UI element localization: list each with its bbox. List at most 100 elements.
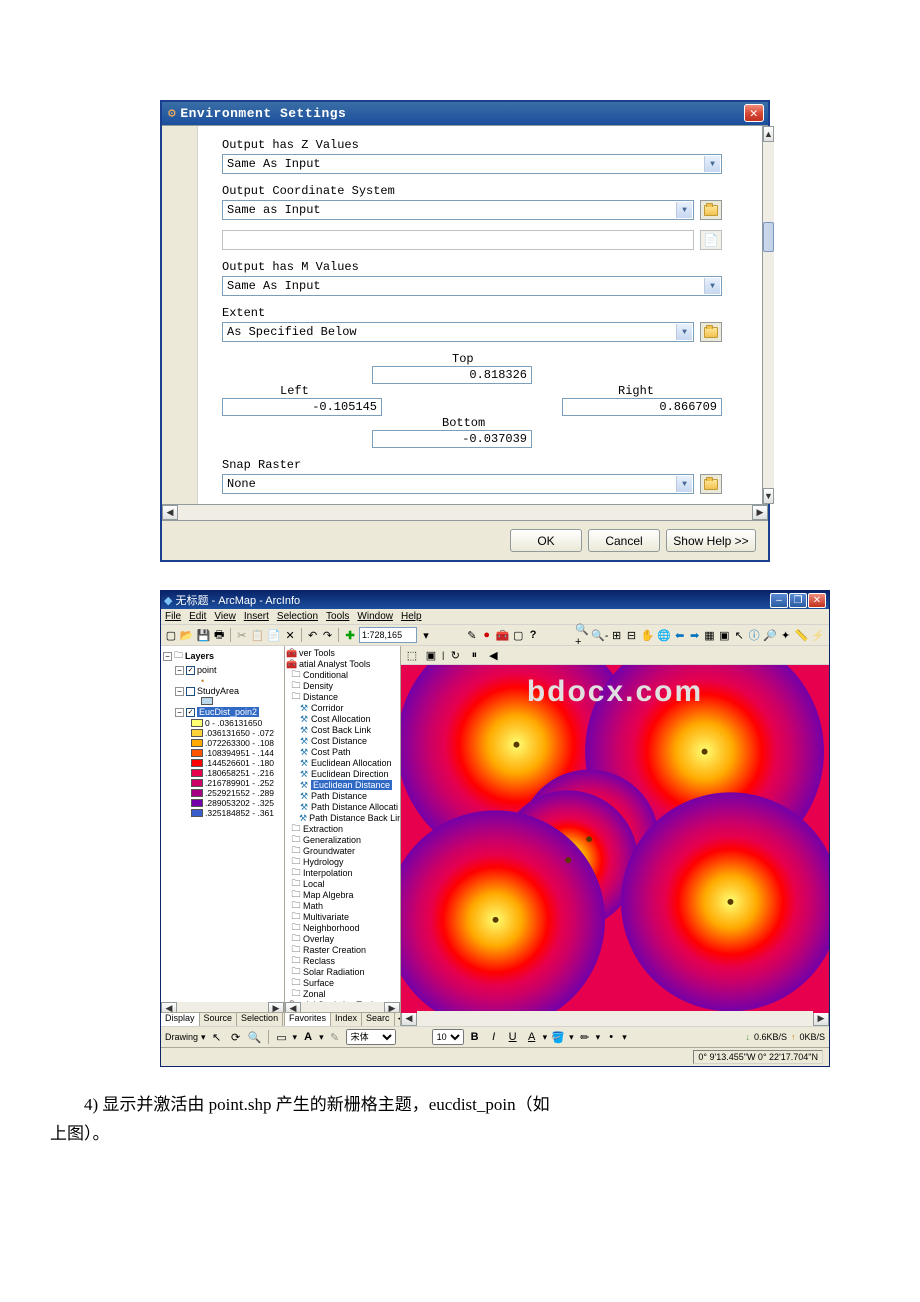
tool-item[interactable]: 🗀Density — [287, 681, 398, 692]
scroll-right-icon[interactable]: ▶ — [752, 505, 768, 520]
extent-right-input[interactable]: 0.866709 — [562, 398, 722, 416]
layer-studyarea[interactable]: StudyArea — [197, 686, 239, 696]
toc-tabs[interactable]: DisplaySourceSelection — [161, 1012, 284, 1026]
select-blank[interactable] — [222, 230, 694, 250]
show-help-button[interactable]: Show Help >> — [666, 529, 756, 552]
layers-root[interactable]: Layers — [185, 651, 214, 661]
scroll-down-icon[interactable]: ▼ — [763, 488, 774, 504]
select-elements-icon[interactable]: ↖ — [209, 1029, 225, 1045]
tool-item[interactable]: 🗀Local — [287, 879, 398, 890]
menu-tools[interactable]: Tools — [326, 611, 349, 622]
scale-input[interactable] — [359, 627, 417, 643]
tool-item[interactable]: 🧰atial Analyst Tools — [287, 659, 398, 670]
identify-icon[interactable]: ⓘ — [748, 627, 760, 643]
minimize-button[interactable]: – — [770, 593, 788, 608]
toolbox-tabs[interactable]: FavoritesIndexSearc◀ ▶ — [285, 1012, 400, 1026]
find-icon[interactable]: 🔎 — [763, 627, 777, 643]
tool-item[interactable]: 🗀Surface — [287, 978, 398, 989]
save-icon[interactable]: 💾 — [197, 627, 211, 643]
select-coord-sys[interactable]: Same as Input ▼ — [222, 200, 694, 220]
map-hscroll[interactable]: ◀▶ — [401, 1010, 829, 1026]
layout-icon[interactable]: ⬚ — [404, 647, 420, 663]
tool-item[interactable]: 🗀Multivariate — [287, 912, 398, 923]
menu-insert[interactable]: Insert — [244, 611, 269, 622]
font-color-icon[interactable]: A — [524, 1029, 540, 1045]
prev-extent-icon[interactable]: ⬅ — [674, 627, 686, 643]
menu-window[interactable]: Window — [357, 611, 393, 622]
add-data-icon[interactable]: ✚ — [344, 627, 356, 643]
clear-selection-icon[interactable]: ▣ — [718, 627, 730, 643]
map-secondary-toolbar[interactable]: ⬚ ▣ | ↻ ⏸ ◀ — [401, 646, 829, 665]
tool-item[interactable]: ⚒Cost Distance — [287, 736, 398, 747]
tool-item[interactable]: ⚒Cost Path — [287, 747, 398, 758]
drawing-toolbar[interactable]: Drawing▾ ↖ ⟳ 🔍 ▭▾ A▾ ✎ 宋体 10 B I U A▾ 🪣▾… — [161, 1026, 829, 1047]
layer-eucdist[interactable]: EucDist_poin2 — [197, 707, 259, 717]
extent-left-input[interactable]: -0.105145 — [222, 398, 382, 416]
scroll-left-icon[interactable]: ◀ — [162, 505, 178, 520]
vertical-scrollbar[interactable]: ▲ ▼ — [763, 126, 774, 504]
tool-item[interactable]: 🗀Distance — [287, 692, 398, 703]
menu-file[interactable]: File — [165, 611, 181, 622]
map-panel[interactable]: ⬚ ▣ | ↻ ⏸ ◀ bdocx.com — [401, 646, 829, 1026]
fixed-zoom-in-icon[interactable]: ⊞ — [611, 627, 623, 643]
undo-icon[interactable]: ↶ — [307, 627, 319, 643]
full-extent-icon[interactable]: 🌐 — [657, 627, 671, 643]
menu-selection[interactable]: Selection — [277, 611, 318, 622]
toc-tab-source[interactable]: Source — [200, 1013, 238, 1026]
tool-item[interactable]: 🗀Neighborhood — [287, 923, 398, 934]
close-button[interactable]: ✕ — [808, 593, 826, 608]
editor-icon[interactable]: ✎ — [466, 627, 478, 643]
tool-item[interactable]: ⚒Path Distance Back Lin — [287, 813, 398, 824]
print-icon[interactable]: 🖶 — [213, 627, 225, 643]
tool-item[interactable]: ⚒Cost Back Link — [287, 725, 398, 736]
tool-item[interactable]: 🧰ver Tools — [287, 648, 398, 659]
maximize-button[interactable]: ❐ — [789, 593, 807, 608]
dialog-titlebar[interactable]: ⚙Environment Settings ✕ — [162, 102, 768, 125]
tool-item[interactable]: 🗀Generalization — [287, 835, 398, 846]
paste-icon[interactable]: 📄 — [267, 627, 281, 643]
menu-help[interactable]: Help — [401, 611, 422, 622]
italic-icon[interactable]: I — [486, 1029, 502, 1045]
rect-icon[interactable]: ▭ — [274, 1029, 290, 1045]
tool-item[interactable]: ⚒Cost Allocation — [287, 714, 398, 725]
toc-tab-display[interactable]: Display — [161, 1013, 200, 1026]
cmd-icon[interactable]: ▢ — [512, 627, 524, 643]
tool-item[interactable]: ⚒Corridor — [287, 703, 398, 714]
xy-icon[interactable]: ✦ — [780, 627, 792, 643]
delete-icon[interactable]: ✕ — [284, 627, 296, 643]
tool-item[interactable]: ⚒Euclidean Allocation — [287, 758, 398, 769]
refresh-icon[interactable]: ↻ — [447, 647, 463, 663]
fill-color-icon[interactable]: 🪣 — [550, 1029, 566, 1045]
line-color-icon[interactable]: ✏ — [577, 1029, 593, 1045]
tool-item[interactable]: ⚒Euclidean Distance — [287, 780, 398, 791]
tool-item[interactable]: 🗀Extraction — [287, 824, 398, 835]
tool-item[interactable]: 🗀Reclass — [287, 956, 398, 967]
toolbox-tab-searc[interactable]: Searc — [362, 1013, 395, 1026]
tool-item[interactable]: ⚒Path Distance Allocati — [287, 802, 398, 813]
toc-tab-selection[interactable]: Selection — [237, 1013, 283, 1026]
font-size-select[interactable]: 10 — [432, 1029, 464, 1045]
tool-item[interactable]: 🗀Solar Radiation — [287, 967, 398, 978]
scroll-thumb[interactable] — [763, 222, 774, 252]
ok-button[interactable]: OK — [510, 529, 582, 552]
browse-coord-sys-btn[interactable] — [700, 200, 722, 220]
open-icon[interactable]: 📂 — [180, 627, 194, 643]
tool-item[interactable]: 🗀Hydrology — [287, 857, 398, 868]
menu-view[interactable]: View — [214, 611, 236, 622]
underline-icon[interactable]: U — [505, 1029, 521, 1045]
pan-icon[interactable]: ✋ — [640, 627, 654, 643]
redo-icon[interactable]: ↷ — [322, 627, 334, 643]
fixed-zoom-out-icon[interactable]: ⊟ — [626, 627, 638, 643]
zoom-out-icon[interactable]: 🔍- — [592, 627, 608, 643]
rotate-icon[interactable]: ⟳ — [228, 1029, 244, 1045]
browse-extent-btn[interactable] — [700, 322, 722, 342]
horizontal-scrollbar[interactable]: ◀ ▶ — [162, 504, 768, 520]
select-features-icon[interactable]: ▦ — [704, 627, 716, 643]
select-m-values[interactable]: Same As Input ▼ — [222, 276, 722, 296]
toolbox-tab-index[interactable]: Index — [331, 1013, 362, 1026]
tool-item[interactable]: ⚒Path Distance — [287, 791, 398, 802]
new-icon[interactable]: ▢ — [165, 627, 177, 643]
help-icon[interactable]: ? — [527, 627, 539, 643]
dropdown-icon[interactable]: ▾ — [420, 627, 432, 643]
prev-icon[interactable]: ◀ — [485, 647, 501, 663]
